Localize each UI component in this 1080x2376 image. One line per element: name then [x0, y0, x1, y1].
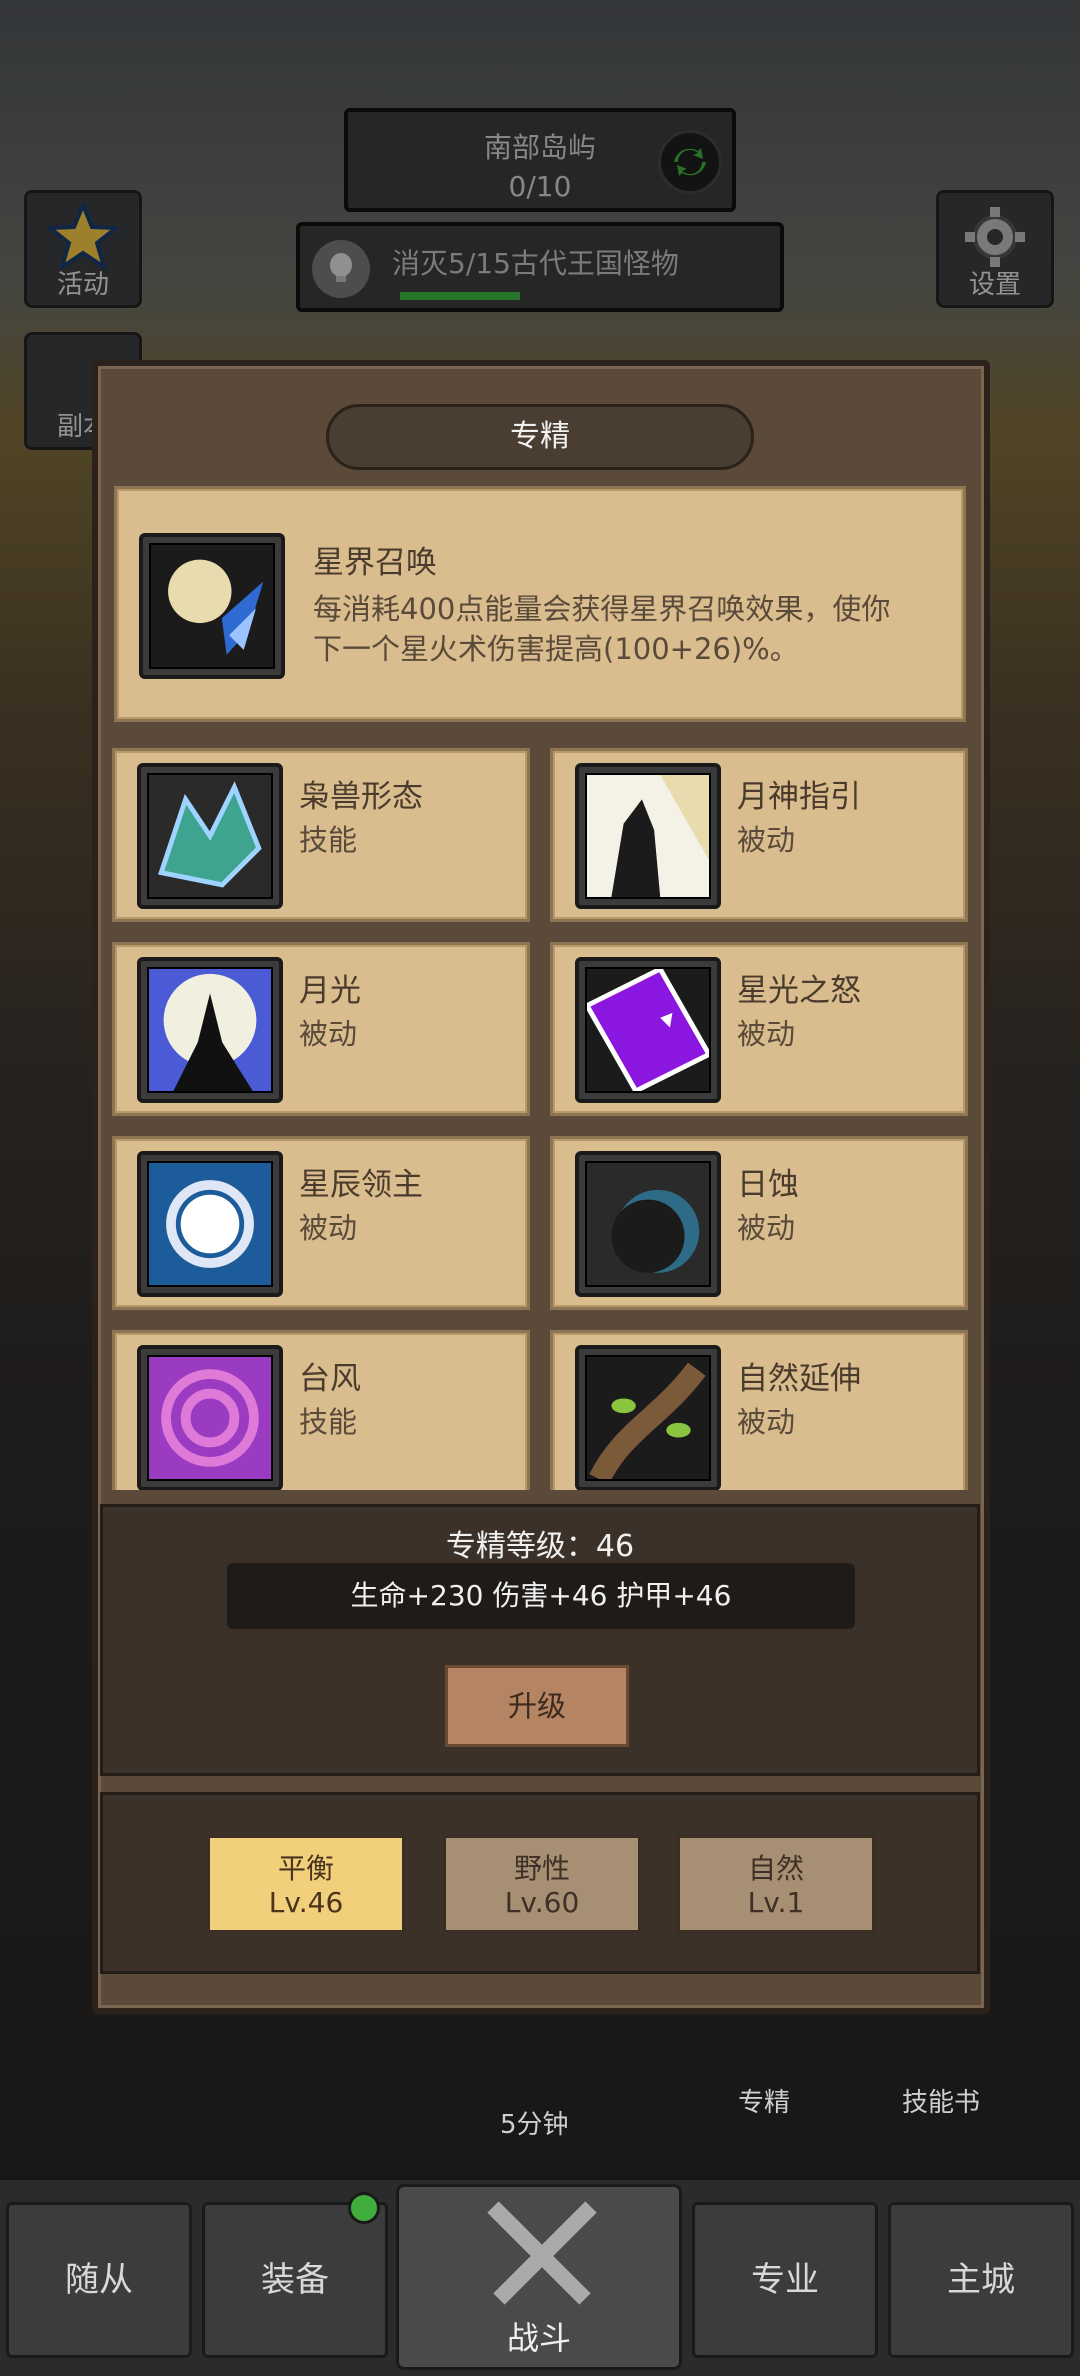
- skill-scroll-area[interactable]: 星界召唤 每消耗400点能量会获得星界召唤效果，使你 下一个星火术伤害提高(10…: [108, 486, 972, 1490]
- starfall-icon: [575, 957, 721, 1103]
- timer-label: 5分钟: [500, 2110, 569, 2140]
- skill-name: 日蚀: [737, 1167, 799, 1203]
- stat-bonus-text: 生命+230 伤害+46 护甲+46: [227, 1563, 855, 1629]
- moon-comet-icon: [139, 533, 285, 679]
- skill-type: 被动: [737, 1405, 796, 1439]
- skill-card[interactable]: 月光 被动: [112, 942, 530, 1116]
- crossed-swords-icon: [487, 2201, 597, 2305]
- bottom-nav: 随从 装备 战斗 专业 主城: [0, 2176, 1080, 2376]
- skill-name: 自然延伸: [737, 1361, 861, 1397]
- skill-type: 被动: [737, 1017, 796, 1051]
- nav-battle-label: 战斗: [506, 2319, 571, 2357]
- skill-name: 星光之怒: [737, 973, 861, 1009]
- nav-battle[interactable]: 战斗: [396, 2184, 682, 2370]
- nav-followers[interactable]: 随从: [6, 2202, 192, 2358]
- moonlight-icon: [137, 957, 283, 1103]
- tab-nature[interactable]: 自然 Lv.1: [677, 1835, 875, 1933]
- featured-skill-card[interactable]: 星界召唤 每消耗400点能量会获得星界召唤效果，使你 下一个星火术伤害提高(10…: [114, 486, 966, 722]
- skill-type: 技能: [299, 823, 358, 857]
- skill-card[interactable]: 星光之怒 被动: [550, 942, 968, 1116]
- typhoon-icon: [137, 1345, 283, 1490]
- vine-icon: [575, 1345, 721, 1490]
- nav-profession[interactable]: 专业: [692, 2202, 878, 2358]
- skill-card[interactable]: 星辰领主 被动: [112, 1136, 530, 1310]
- featured-skill-name: 星界召唤: [313, 545, 437, 581]
- skill-card[interactable]: 枭兽形态 技能: [112, 748, 530, 922]
- skill-name: 月神指引: [737, 779, 861, 815]
- skill-card[interactable]: 日蚀 被动: [550, 1136, 968, 1310]
- spec-tabs: 平衡 Lv.46 野性 Lv.60 自然 Lv.1: [100, 1792, 980, 1974]
- skill-type: 被动: [737, 1211, 796, 1245]
- upgrade-button[interactable]: 升级: [445, 1665, 629, 1747]
- skillbook-label[interactable]: 技能书: [902, 2082, 980, 2119]
- skill-name: 星辰领主: [299, 1167, 423, 1203]
- featured-skill-desc: 每消耗400点能量会获得星界召唤效果，使你 下一个星火术伤害提高(100+26)…: [313, 592, 891, 666]
- skill-name: 枭兽形态: [299, 779, 423, 815]
- star-lord-icon: [137, 1151, 283, 1297]
- skill-type: 被动: [299, 1017, 358, 1051]
- nav-equipment[interactable]: 装备: [202, 2202, 388, 2358]
- panel-title: 专精: [326, 404, 754, 470]
- eclipse-icon: [575, 1151, 721, 1297]
- skill-name: 台风: [299, 1361, 361, 1397]
- tab-feral[interactable]: 野性 Lv.60: [443, 1835, 641, 1933]
- notification-badge: [348, 2192, 380, 2224]
- moon-guide-icon: [575, 763, 721, 909]
- skill-card[interactable]: 月神指引 被动: [550, 748, 968, 922]
- skill-type: 被动: [737, 823, 796, 857]
- skill-card[interactable]: 台风 技能: [112, 1330, 530, 1490]
- skill-card[interactable]: 自然延伸 被动: [550, 1330, 968, 1490]
- skill-type: 被动: [299, 1211, 358, 1245]
- tab-balance[interactable]: 平衡 Lv.46: [207, 1835, 405, 1933]
- spec-level-label: 专精等级：46: [445, 1529, 635, 1564]
- skill-name: 月光: [299, 973, 361, 1009]
- spec-shortcut-label[interactable]: 专精: [738, 2082, 790, 2119]
- skill-type: 技能: [299, 1405, 358, 1439]
- nav-main-city[interactable]: 主城: [888, 2202, 1074, 2358]
- spec-level-box: 专精等级：46 生命+230 伤害+46 护甲+46 升级: [100, 1504, 980, 1776]
- owlbeast-icon: [137, 763, 283, 909]
